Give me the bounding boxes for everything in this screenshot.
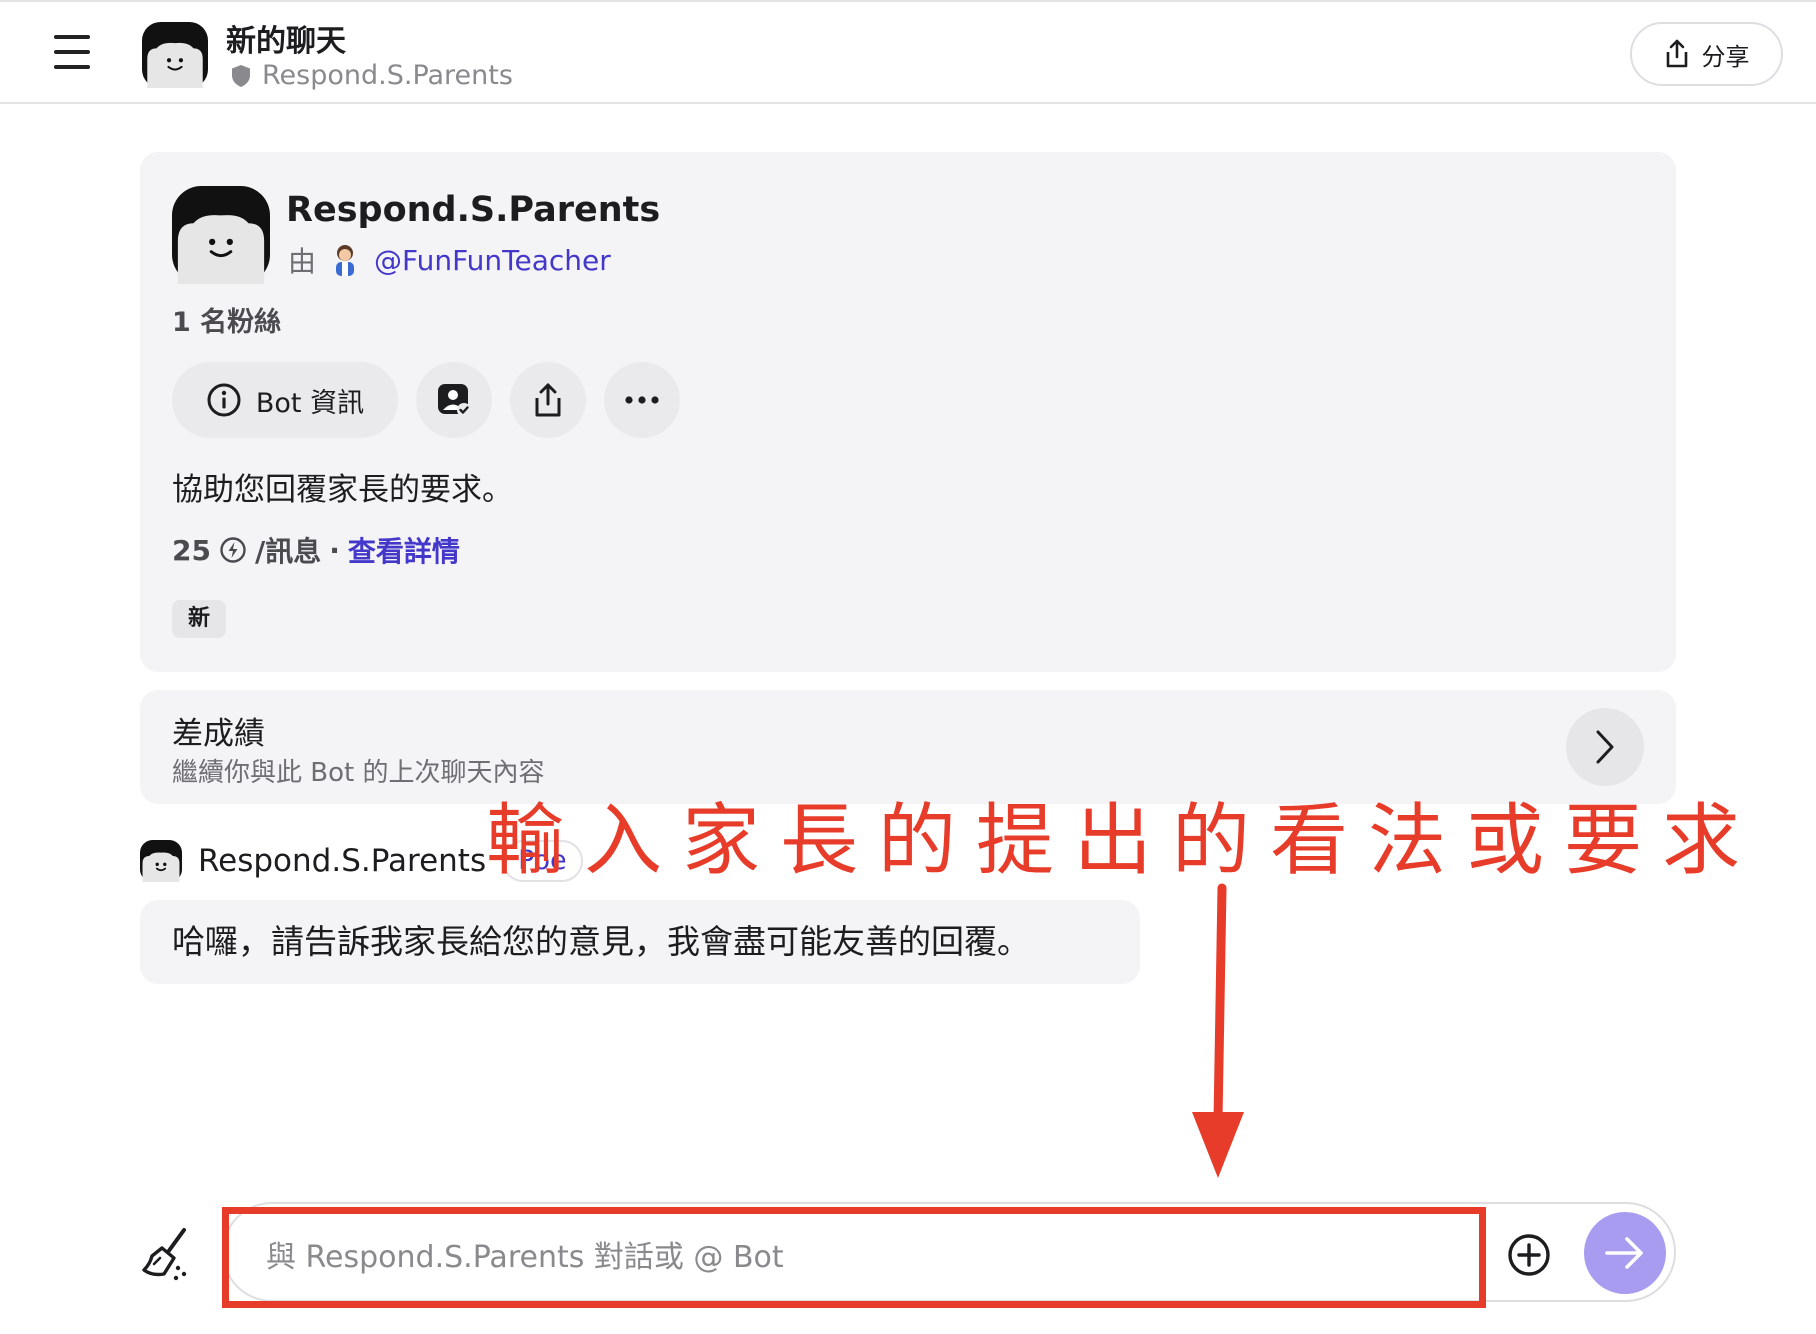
previous-chat-title: 差成績	[172, 716, 265, 752]
profile-check-icon	[438, 384, 471, 417]
page-title: 新的聊天	[226, 24, 346, 59]
share-button-label: 分享	[1701, 42, 1750, 71]
price-separator: ·	[329, 533, 340, 567]
by-label: 由	[288, 245, 317, 278]
bot-avatar-large	[172, 186, 270, 284]
bot-name: Respond.S.Parents	[286, 190, 661, 230]
message-bot-avatar[interactable]	[140, 840, 182, 882]
followers-count[interactable]: 1 名粉絲	[172, 300, 281, 339]
top-bar: 新的聊天 Respond.S.Parents 分享	[0, 0, 1816, 104]
shield-icon	[232, 64, 250, 87]
view-details-link[interactable]: 查看詳情	[348, 530, 460, 570]
hamburger-menu-icon[interactable]	[50, 32, 94, 72]
plus-circle-icon[interactable]	[1506, 1232, 1552, 1278]
previous-chat-open-button[interactable]	[1566, 708, 1644, 786]
bot-info-label: Bot 資訊	[255, 387, 365, 419]
share-icon	[535, 383, 561, 417]
chevron-right-icon	[1596, 730, 1614, 764]
follow-bot-button[interactable]	[416, 362, 492, 438]
annotation-arrow-icon	[1192, 883, 1244, 1178]
bot-actions: Bot 資訊	[172, 362, 680, 438]
header-bot-name-label: Respond.S.Parents	[262, 60, 513, 91]
price-value: 25	[172, 533, 211, 567]
bot-creator-line: 由 @FunFunTeacher	[288, 240, 611, 280]
header-bot-name[interactable]: Respond.S.Parents	[230, 60, 513, 91]
price-unit: /訊息	[254, 535, 322, 568]
more-options-button[interactable]	[604, 362, 680, 438]
bot-message-bubble: 哈囉，請告訴我家長給您的意見，我會盡可能友善的回覆。	[140, 900, 1140, 984]
bot-info-button[interactable]: Bot 資訊	[172, 362, 398, 438]
chat-message-input[interactable]	[222, 1212, 1482, 1302]
creator-link[interactable]: @FunFunTeacher	[374, 244, 611, 277]
message-sender-name[interactable]: Respond.S.Parents	[198, 843, 486, 879]
compute-points-icon	[220, 537, 246, 563]
annotation-text: 輸入家長的提出的看法或要求	[486, 796, 1761, 886]
share-icon	[1666, 39, 1687, 68]
clear-context-broom-icon[interactable]	[140, 1226, 192, 1282]
message-price: 25 /訊息 · 查看詳情	[172, 530, 460, 570]
send-button[interactable]	[1584, 1212, 1666, 1294]
new-tag[interactable]: 新	[172, 600, 227, 638]
creator-avatar	[336, 245, 355, 276]
bot-info-card: Respond.S.Parents 由 @FunFunTeacher 1 名粉絲…	[140, 152, 1676, 672]
bot-avatar[interactable]	[142, 22, 208, 88]
arrow-right-icon	[1605, 1237, 1643, 1269]
share-button[interactable]: 分享	[1630, 22, 1783, 86]
ellipsis-icon	[625, 396, 659, 404]
bot-description: 協助您回覆家長的要求。	[172, 472, 513, 508]
info-icon	[207, 383, 241, 417]
share-bot-button[interactable]	[510, 362, 586, 438]
